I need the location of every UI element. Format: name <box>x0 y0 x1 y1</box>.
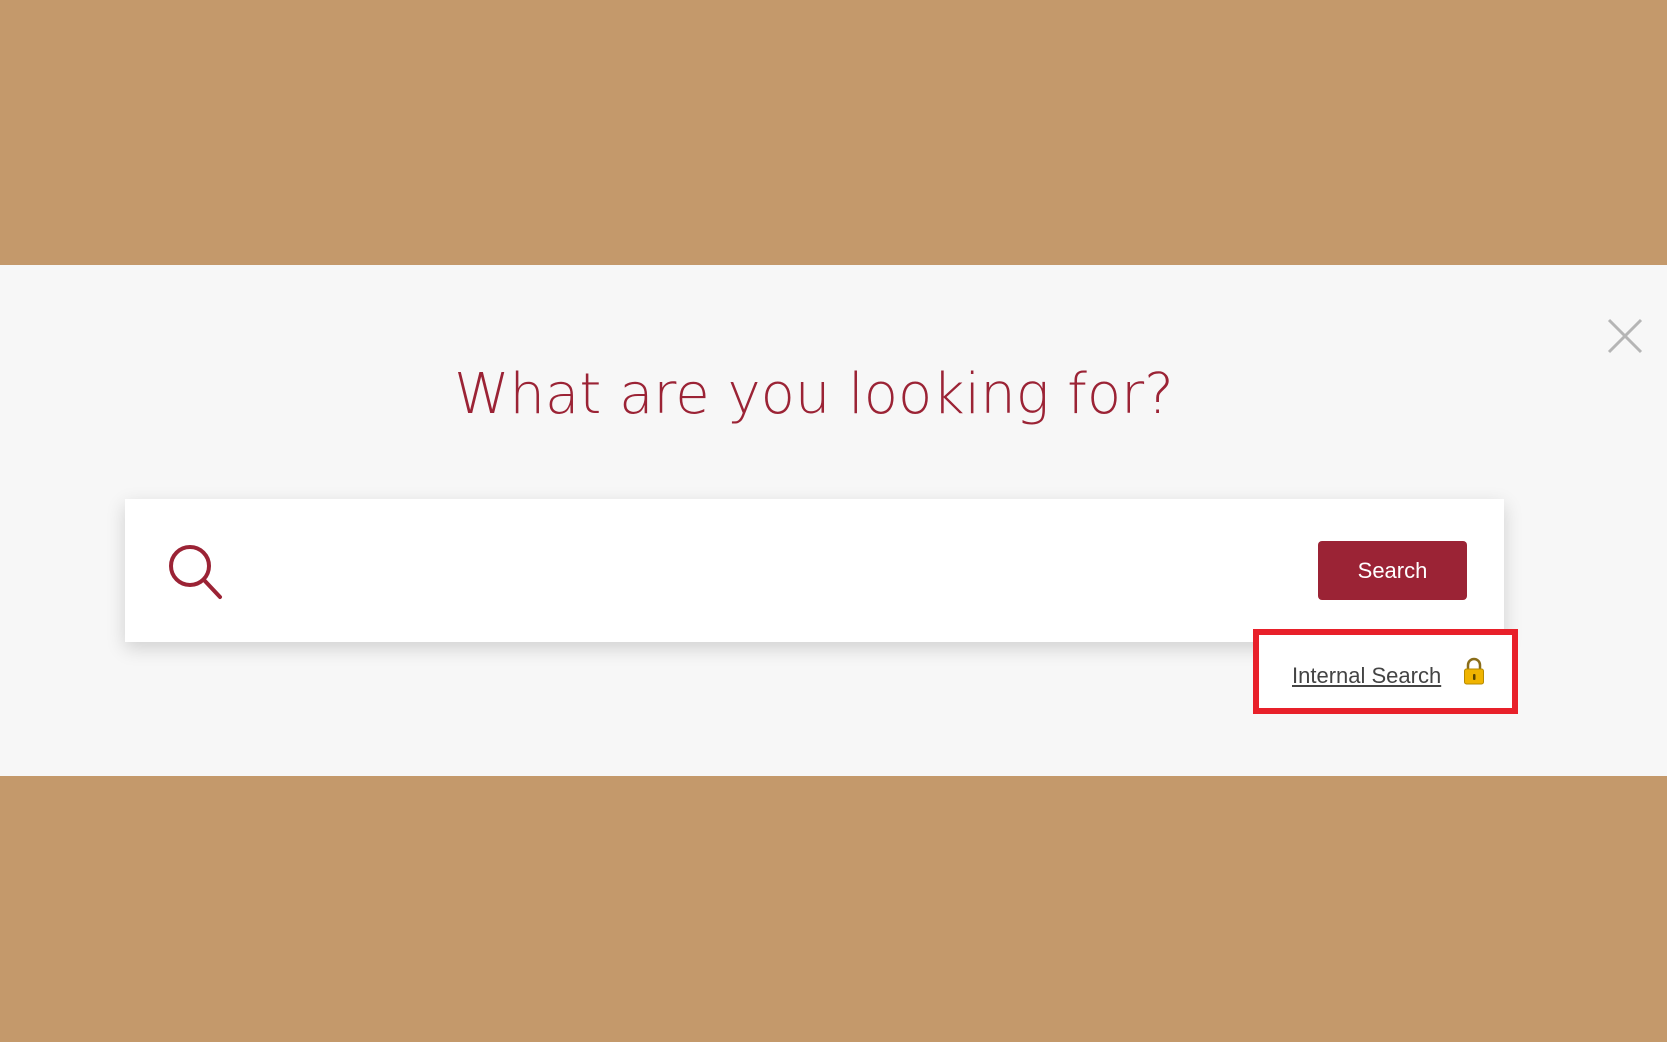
search-icon <box>167 543 225 601</box>
search-input[interactable] <box>250 539 1324 603</box>
search-button[interactable]: Search <box>1318 541 1467 600</box>
close-icon <box>1607 318 1643 354</box>
search-overlay-panel: What are you looking for? Search Interna… <box>0 265 1667 776</box>
page-title: What are you looking for? <box>454 362 1174 427</box>
internal-search-link[interactable]: Internal Search <box>1292 663 1441 689</box>
page-background: { "search_overlay": { "title": "What are… <box>0 0 1667 1042</box>
lock-icon <box>1463 657 1485 685</box>
search-bar: Search <box>125 499 1504 642</box>
close-button[interactable] <box>1606 317 1644 355</box>
